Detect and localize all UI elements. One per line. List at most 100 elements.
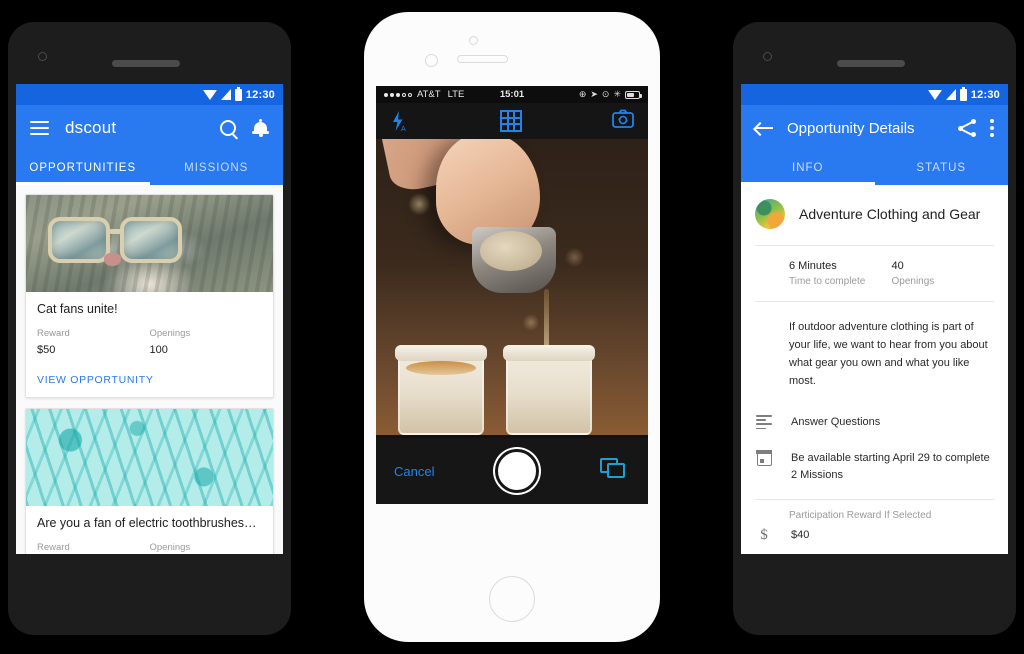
cancel-button[interactable]: Cancel bbox=[394, 464, 434, 479]
barista-pouring-milk-into-mason-jars-photo bbox=[376, 139, 648, 435]
ios-status-bar: AT&T LTE 15:01 ⊕ ➤ ⊙ ✳ bbox=[376, 86, 648, 103]
bell-icon[interactable] bbox=[252, 119, 269, 137]
reward-label: Participation Reward If Selected bbox=[789, 510, 932, 521]
tab-info[interactable]: INFO bbox=[741, 151, 875, 185]
battery-icon bbox=[234, 86, 242, 101]
camera-flip-icon[interactable] bbox=[612, 109, 634, 133]
shutter-button[interactable] bbox=[495, 449, 540, 493]
app-title: dscout bbox=[65, 118, 117, 137]
opportunities-list[interactable]: Cat fans unite! Reward $50 Openings 100 bbox=[16, 185, 283, 554]
dollar-icon: $ bbox=[760, 527, 768, 543]
share-icon[interactable] bbox=[958, 119, 976, 137]
glasses-bridge bbox=[109, 229, 124, 234]
card-title: Cat fans unite! bbox=[37, 302, 118, 316]
bathroom-items-illustration bbox=[26, 409, 273, 506]
reward-value: $40 bbox=[791, 529, 810, 541]
flash-auto-glyph: A bbox=[393, 111, 406, 133]
stat-value: 6 Minutes bbox=[789, 260, 837, 272]
camera-flip-glyph bbox=[612, 109, 634, 128]
earpiece-speaker bbox=[457, 55, 508, 63]
opportunity-stats: 6 Minutes Time to complete 40 Openings bbox=[741, 246, 1008, 301]
front-camera-dot bbox=[469, 36, 478, 45]
card-meta-row: Reward $25 Openings 150 bbox=[37, 542, 262, 554]
overflow-menu-icon[interactable] bbox=[990, 119, 994, 137]
jar-rim bbox=[503, 345, 595, 361]
status-bar-time: 12:30 bbox=[970, 88, 1000, 101]
wifi-icon bbox=[927, 89, 942, 100]
openings-label: Openings bbox=[149, 542, 191, 553]
app-bar: dscout bbox=[16, 105, 283, 151]
reward-value: $50 bbox=[37, 344, 56, 356]
android-screen-details: 12:30 Opportunity Details INFO STATUS Ad… bbox=[741, 84, 1008, 554]
camera-viewfinder[interactable] bbox=[376, 139, 648, 435]
photo-stack-icon[interactable] bbox=[600, 458, 630, 484]
opportunity-name: Adventure Clothing and Gear bbox=[799, 206, 981, 222]
battery-icon bbox=[959, 86, 967, 101]
signal-icon bbox=[945, 89, 956, 100]
android-status-bar: 12:30 bbox=[741, 84, 1008, 105]
openings-value: 100 bbox=[149, 344, 168, 356]
android-device-opportunities: 12:30 dscout OPPORTUNITIES MISSIONS Cat … bbox=[8, 22, 291, 635]
requirement-text: Be available starting April 29 to comple… bbox=[791, 452, 990, 481]
bluetooth-icon: ✳ bbox=[613, 89, 621, 99]
android-screen-opportunities: 12:30 dscout OPPORTUNITIES MISSIONS Cat … bbox=[16, 84, 283, 554]
tab-opportunities[interactable]: OPPORTUNITIES bbox=[16, 151, 150, 185]
stat-time-to-complete: 6 Minutes Time to complete bbox=[789, 260, 892, 287]
android-status-bar: 12:30 bbox=[16, 84, 283, 105]
text-lines-icon bbox=[755, 413, 773, 430]
status-bar-time: 12:30 bbox=[245, 88, 275, 101]
opportunity-card[interactable]: Are you a fan of electric toothbrushes… … bbox=[25, 408, 274, 554]
landscape-avatar-image bbox=[755, 199, 785, 229]
search-icon[interactable] bbox=[220, 120, 236, 136]
calendar-icon bbox=[755, 449, 773, 466]
front-camera-dot bbox=[38, 52, 47, 61]
glasses-lens-left bbox=[48, 217, 110, 263]
tab-missions[interactable]: MISSIONS bbox=[150, 151, 284, 185]
stat-label: Time to complete bbox=[789, 276, 866, 287]
card-reward-col: Reward $50 bbox=[37, 328, 150, 356]
alarm-icon: ⊕ bbox=[578, 89, 587, 99]
proximity-sensor bbox=[425, 54, 438, 67]
front-camera-dot bbox=[763, 52, 772, 61]
requirement-text: Answer Questions bbox=[791, 416, 881, 428]
earpiece-speaker bbox=[112, 60, 180, 67]
card-image-cat bbox=[26, 195, 273, 292]
signal-icon bbox=[220, 89, 231, 100]
opportunity-card[interactable]: Cat fans unite! Reward $50 Openings 100 bbox=[25, 194, 274, 398]
back-arrow-icon[interactable] bbox=[755, 121, 773, 135]
earpiece-speaker bbox=[837, 60, 905, 67]
hamburger-icon[interactable] bbox=[30, 121, 49, 135]
svg-text:A: A bbox=[401, 126, 406, 132]
home-button[interactable] bbox=[489, 576, 535, 622]
details-body[interactable]: Adventure Clothing and Gear 6 Minutes Ti… bbox=[741, 185, 1008, 554]
requirement-row-availability: Be available starting April 29 to comple… bbox=[741, 440, 1008, 493]
tab-status[interactable]: STATUS bbox=[875, 151, 1009, 185]
battery-icon bbox=[625, 90, 642, 99]
mason-jar-right bbox=[503, 345, 595, 435]
stat-label: Openings bbox=[891, 276, 935, 287]
page-title: Opportunity Details bbox=[787, 119, 915, 137]
opportunity-description: If outdoor adventure clothing is part of… bbox=[789, 321, 988, 387]
opportunity-header: Adventure Clothing and Gear bbox=[741, 185, 1008, 245]
jar-crema bbox=[406, 361, 476, 375]
card-body: Cat fans unite! Reward $50 Openings 100 bbox=[26, 292, 273, 362]
flash-auto-icon[interactable]: A bbox=[390, 110, 410, 133]
camera-bottom-bar: Cancel bbox=[376, 438, 648, 504]
card-image-toothbrush bbox=[26, 409, 273, 506]
requirement-row-questions: Answer Questions bbox=[741, 404, 1008, 440]
card-meta-row: Reward $50 Openings 100 bbox=[37, 328, 262, 356]
orientation-lock-icon: ⊙ bbox=[601, 89, 610, 99]
tab-bar: OPPORTUNITIES MISSIONS bbox=[16, 151, 283, 185]
glasses-lens-right bbox=[120, 217, 182, 263]
card-reward-col: Reward $25 bbox=[37, 542, 150, 554]
card-openings-col: Openings 100 bbox=[150, 328, 263, 356]
reward-label: Reward bbox=[37, 542, 70, 553]
mason-jar-left bbox=[395, 345, 487, 435]
grid-icon[interactable] bbox=[500, 110, 522, 132]
jar-rim bbox=[395, 345, 487, 361]
view-opportunity-button[interactable]: VIEW OPPORTUNITY bbox=[26, 362, 273, 397]
stat-openings: 40 Openings bbox=[892, 260, 995, 287]
cat-nose bbox=[104, 253, 121, 266]
reward-label: Reward bbox=[37, 328, 70, 339]
openings-label: Openings bbox=[149, 328, 191, 339]
